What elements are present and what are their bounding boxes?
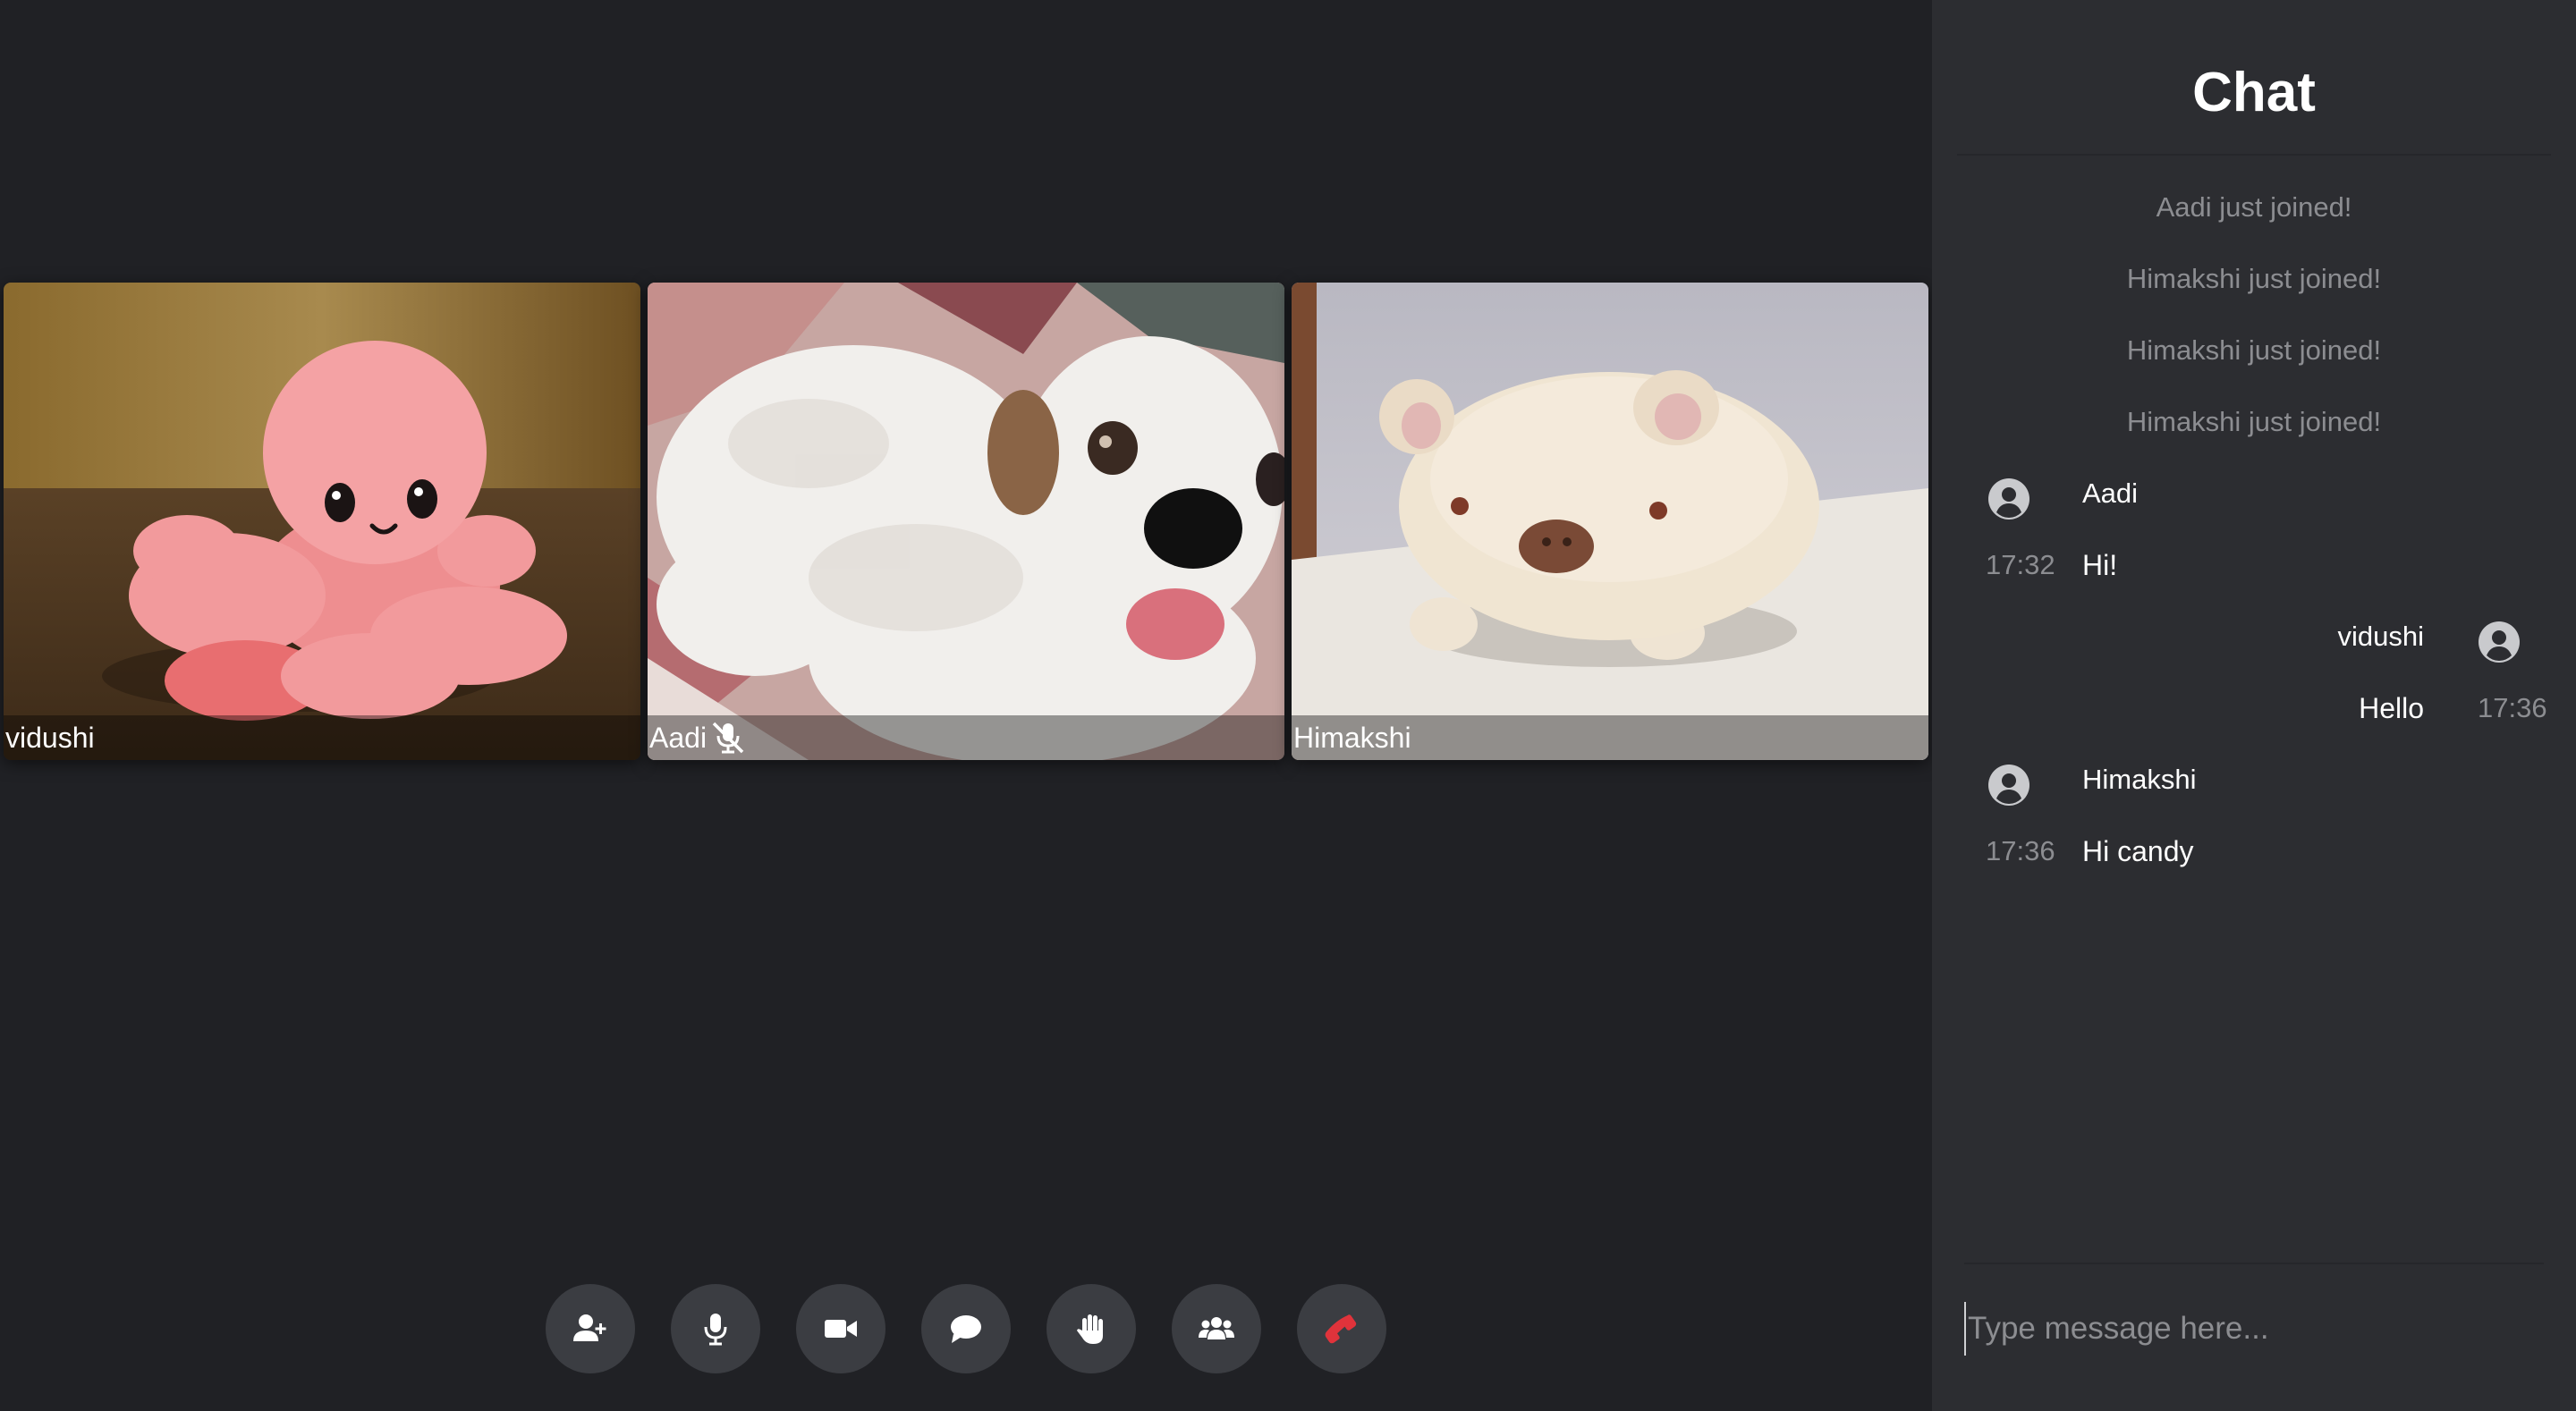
microphone-button[interactable]	[671, 1284, 760, 1373]
video-feed-himakshi	[1292, 283, 1928, 760]
microphone-icon	[704, 1314, 727, 1346]
video-camera-icon	[825, 1320, 857, 1338]
chat-header: Chat	[1957, 0, 2551, 156]
message-time: 17:32	[1986, 549, 2055, 580]
add-user-icon	[573, 1314, 606, 1341]
user-avatar-icon	[1988, 765, 2029, 806]
message-author: vidushi	[2337, 621, 2425, 652]
participants-icon	[1199, 1317, 1234, 1339]
end-call-button[interactable]	[1297, 1284, 1386, 1373]
mic-muted-icon	[712, 722, 744, 754]
message-text: Hi candy	[2082, 835, 2194, 867]
video-tile-aadi[interactable]: Aadi	[648, 283, 1284, 760]
chat-bubble-icon	[951, 1315, 981, 1343]
end-call-icon	[1325, 1314, 1357, 1344]
participant-name: vidushi	[5, 721, 95, 754]
chat-message-input[interactable]	[1964, 1302, 2522, 1356]
video-grid: vidushi Aadi Himakshi	[4, 283, 1930, 760]
system-message: Himakshi just joined!	[2126, 334, 2382, 366]
raise-hand-icon	[1077, 1314, 1103, 1344]
participants-button[interactable]	[1172, 1284, 1261, 1373]
participant-name: Aadi	[649, 721, 708, 754]
add-participant-button[interactable]	[546, 1284, 635, 1373]
chat-toggle-button[interactable]	[921, 1284, 1011, 1373]
system-message: Himakshi just joined!	[2126, 263, 2382, 294]
raise-hand-button[interactable]	[1046, 1284, 1136, 1373]
participant-name: Himakshi	[1293, 721, 1411, 754]
video-stage: vidushi Aadi Himakshi	[0, 0, 1932, 1411]
video-feed-vidushi	[4, 283, 640, 760]
message-time: 17:36	[1986, 835, 2055, 866]
participant-name-bar: Himakshi	[1292, 715, 1928, 760]
message-text: Hello	[2359, 692, 2424, 724]
video-tile-himakshi[interactable]: Himakshi	[1292, 283, 1928, 760]
video-tile-vidushi[interactable]: vidushi	[4, 283, 640, 760]
chat-title: Chat	[2192, 62, 2316, 123]
message-author: Aadi	[2082, 477, 2139, 509]
message-time: 17:36	[2478, 692, 2547, 723]
participant-name-bar: vidushi	[4, 715, 640, 760]
message-text: Hi!	[2082, 549, 2118, 581]
message-author: Himakshi	[2082, 764, 2197, 795]
chat-input-area	[1964, 1263, 2544, 1363]
user-avatar-icon	[1988, 478, 2029, 520]
system-message: Aadi just joined!	[2156, 191, 2352, 223]
participant-name-bar: Aadi	[648, 715, 1284, 760]
user-avatar-icon	[2479, 621, 2520, 663]
chat-panel: Chat Aadi just joined! Himakshi just joi…	[1932, 0, 2576, 1411]
camera-button[interactable]	[796, 1284, 886, 1373]
call-controls-bar	[0, 1284, 1932, 1373]
system-message: Himakshi just joined!	[2126, 406, 2382, 437]
video-feed-aadi	[648, 283, 1284, 760]
